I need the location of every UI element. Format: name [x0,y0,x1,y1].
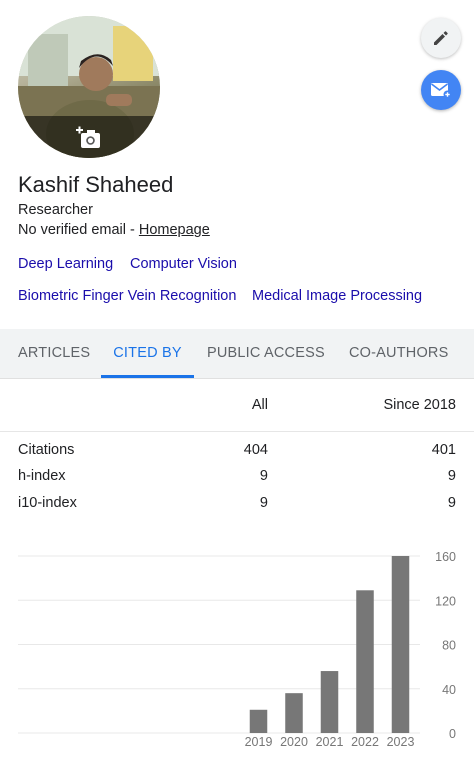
x-tick-label: 2019 [245,735,273,749]
profile-name: Kashif Shaheed [18,172,174,197]
pencil-icon [434,31,448,45]
x-tick-label: 2023 [387,735,415,749]
x-tick-label: 2022 [351,735,379,749]
y-tick-label: 160 [435,550,456,564]
bar-2022[interactable] [356,590,374,733]
tab-cited-by[interactable]: CITED BY [101,329,194,378]
mail-plus-icon [431,83,452,99]
h-index-since-value: 9 [447,468,456,484]
bar-2021[interactable] [320,671,339,733]
citations-per-year-chart: 0 40 80 120 160 2019 2020 2021 2022 2023 [18,550,456,749]
column-header-all: All [251,397,268,413]
citations-all-value: 404 [243,442,268,458]
y-tick-label: 120 [435,594,456,608]
i10-index-since-value: 9 [447,495,456,511]
row-label-citations: Citations [18,442,75,458]
bar-2023[interactable] [391,556,410,733]
topic-link-deep-learning[interactable]: Deep Learning [18,256,113,272]
tab-co-authors[interactable]: CO-AUTHORS [349,329,448,378]
follow-email-button[interactable] [421,70,461,110]
tab-public-access[interactable]: PUBLIC ACCESS [207,329,325,378]
profile-role: Researcher [18,202,93,218]
topic-link-finger-vein[interactable]: Biometric Finger Vein Recognition [18,288,236,304]
y-tick-label: 40 [442,683,456,697]
profile-tabs: ARTICLES CITED BY PUBLIC ACCESS CO-AUTHO… [0,329,474,379]
x-tick-label: 2021 [316,735,344,749]
tab-articles[interactable]: ARTICLES [18,329,90,378]
bar-2020[interactable] [285,693,303,733]
row-label-h-index: h-index [18,468,66,484]
y-tick-label: 80 [442,639,456,653]
y-tick-label: 0 [449,727,456,741]
profile-photo[interactable] [18,16,160,158]
topic-link-computer-vision[interactable]: Computer Vision [130,256,237,272]
active-tab-indicator [101,375,194,378]
column-header-since: Since 2018 [383,397,456,413]
bar-2019[interactable] [249,709,268,733]
row-label-i10-index: i10-index [18,495,77,511]
x-tick-label: 2020 [280,735,308,749]
add-photo-icon[interactable] [76,126,102,150]
i10-index-all-value: 9 [259,495,268,511]
email-status: No verified email - [18,222,139,238]
homepage-link[interactable]: Homepage [139,222,210,238]
table-divider [0,431,474,432]
profile-email-line: No verified email - Homepage [18,222,210,238]
citations-since-value: 401 [431,442,456,458]
topic-link-medical-image[interactable]: Medical Image Processing [252,288,422,304]
edit-profile-button[interactable] [421,18,461,58]
h-index-all-value: 9 [259,468,268,484]
